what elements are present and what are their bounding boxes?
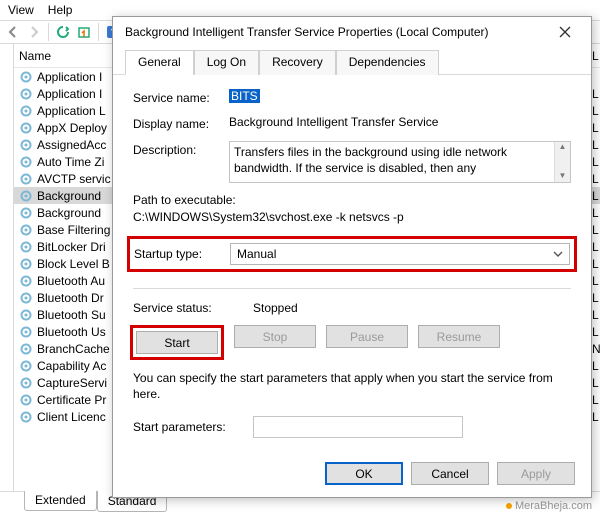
label-service-status: Service status: <box>133 301 253 315</box>
service-icon <box>19 359 33 373</box>
service-icon <box>19 240 33 254</box>
ok-button[interactable]: OK <box>325 462 403 485</box>
service-icon <box>19 291 33 305</box>
service-icon <box>19 223 33 237</box>
startup-type-row: Startup type: Manual <box>127 236 577 272</box>
dialog-tabstrip: General Log On Recovery Dependencies <box>113 49 591 75</box>
start-highlight: Start <box>130 325 224 360</box>
tab-logon[interactable]: Log On <box>194 50 259 75</box>
tab-general[interactable]: General <box>125 50 194 75</box>
resume-button: Resume <box>418 325 500 348</box>
toolbar-divider <box>48 23 49 41</box>
back-icon[interactable] <box>4 23 22 41</box>
value-service-name: BITS <box>229 89 260 103</box>
watermark-dot <box>506 503 512 509</box>
dialog-titlebar: Background Intelligent Transfer Service … <box>113 17 591 47</box>
service-icon <box>19 376 33 390</box>
export-icon[interactable] <box>75 23 93 41</box>
stop-button: Stop <box>234 325 316 348</box>
separator <box>133 288 571 289</box>
close-button[interactable] <box>545 19 585 45</box>
tab-extended[interactable]: Extended <box>24 491 97 511</box>
startup-type-value: Manual <box>237 247 276 261</box>
toolbar-divider <box>98 23 99 41</box>
service-icon <box>19 87 33 101</box>
watermark: MeraBheja.com <box>506 500 592 512</box>
apply-button: Apply <box>497 462 575 485</box>
cancel-button[interactable]: Cancel <box>411 462 489 485</box>
dialog-body: Service name: BITS Display name: Backgro… <box>113 75 591 438</box>
label-startup-type: Startup type: <box>134 247 230 261</box>
value-display-name: Background Intelligent Transfer Service <box>229 115 571 129</box>
service-icon <box>19 325 33 339</box>
service-icon <box>19 257 33 271</box>
description-scrollbar[interactable]: ▲▼ <box>554 142 570 182</box>
refresh-icon[interactable] <box>54 23 72 41</box>
menu-help[interactable]: Help <box>48 3 73 17</box>
service-icon <box>19 410 33 424</box>
value-description: Transfers files in the background using … <box>234 145 507 175</box>
note-text: You can specify the start parameters tha… <box>133 370 571 402</box>
service-icon <box>19 172 33 186</box>
tab-dependencies[interactable]: Dependencies <box>336 50 439 75</box>
service-icon <box>19 342 33 356</box>
service-icon <box>19 274 33 288</box>
service-icon <box>19 104 33 118</box>
description-box: Transfers files in the background using … <box>229 141 571 183</box>
service-icon <box>19 206 33 220</box>
properties-dialog: Background Intelligent Transfer Service … <box>112 16 592 498</box>
service-icon <box>19 155 33 169</box>
menu-view[interactable]: View <box>8 3 34 17</box>
label-service-name: Service name: <box>133 89 229 105</box>
forward-icon[interactable] <box>25 23 43 41</box>
service-icon <box>19 189 33 203</box>
label-display-name: Display name: <box>133 115 229 131</box>
start-button[interactable]: Start <box>136 331 218 354</box>
left-strip <box>0 44 14 491</box>
startup-type-select[interactable]: Manual <box>230 243 570 265</box>
service-icon <box>19 393 33 407</box>
dialog-title: Background Intelligent Transfer Service … <box>125 25 545 39</box>
service-icon <box>19 70 33 84</box>
start-params-input[interactable] <box>253 416 463 438</box>
watermark-text: MeraBheja.com <box>515 500 592 512</box>
service-icon <box>19 121 33 135</box>
dialog-buttons: OK Cancel Apply <box>325 462 575 485</box>
label-path: Path to executable: <box>133 193 571 207</box>
control-buttons: Start Stop Pause Resume <box>133 325 571 360</box>
value-service-status: Stopped <box>253 301 298 315</box>
service-icon <box>19 138 33 152</box>
label-description: Description: <box>133 141 229 157</box>
value-path: C:\WINDOWS\System32\svchost.exe -k netsv… <box>133 210 571 224</box>
pause-button: Pause <box>326 325 408 348</box>
tab-recovery[interactable]: Recovery <box>259 50 336 75</box>
chevron-down-icon <box>553 251 563 257</box>
service-icon <box>19 308 33 322</box>
label-start-params: Start parameters: <box>133 420 253 434</box>
